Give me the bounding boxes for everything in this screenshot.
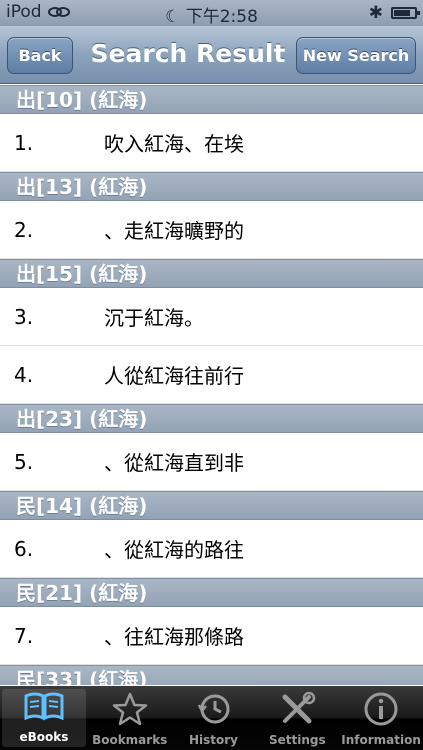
result-text: 人從紅海往前行 bbox=[104, 364, 244, 388]
result-text: 、走紅海曠野的 bbox=[104, 219, 244, 243]
result-row[interactable]: 2. 、走紅海曠野的 bbox=[0, 201, 423, 259]
result-text: 、從紅海的路往 bbox=[104, 538, 244, 562]
results-list[interactable]: 出[10] (紅海) 1. 吹入紅海、在埃出[13] (紅海) 2. 、走紅海曠野的出[… bbox=[0, 85, 423, 685]
section-header: 出[13] (紅海) bbox=[0, 172, 423, 201]
result-row[interactable]: 1. 吹入紅海、在埃 bbox=[0, 114, 423, 172]
status-right: ✱ bbox=[368, 3, 420, 23]
battery-icon bbox=[391, 7, 420, 19]
section-header: 民[14] (紅海) bbox=[0, 491, 423, 520]
navigation-bar: Back Search Result New Search bbox=[0, 26, 423, 84]
result-number: 2. bbox=[14, 217, 34, 242]
new-search-button[interactable]: New Search bbox=[296, 37, 416, 74]
section-header: 出[15] (紅海) bbox=[0, 259, 423, 288]
clock-icon bbox=[191, 691, 235, 733]
result-number: 6. bbox=[14, 536, 34, 561]
status-center: ☾ 下午2:58 bbox=[0, 2, 423, 27]
moon-icon: ☾ bbox=[165, 7, 181, 27]
section-header: 出[10] (紅海) bbox=[0, 85, 423, 114]
tab-label: Settings bbox=[268, 733, 326, 747]
result-text: 、從紅海直到非 bbox=[104, 451, 244, 475]
section-header: 民[33] (紅海) bbox=[0, 665, 423, 685]
result-text: 沉于紅海。 bbox=[104, 306, 204, 330]
result-text: 、往紅海那條路 bbox=[104, 625, 244, 649]
result-number: 3. bbox=[14, 304, 34, 329]
book-icon bbox=[22, 688, 66, 730]
result-number: 1. bbox=[14, 130, 34, 155]
page-title: Search Result bbox=[90, 39, 286, 68]
tab-label: Information bbox=[341, 733, 421, 747]
tab-label: History bbox=[188, 733, 238, 747]
tab-ebooks[interactable]: eBooks bbox=[2, 689, 86, 747]
back-button[interactable]: Back bbox=[7, 37, 73, 74]
section-header: 民[21] (紅海) bbox=[0, 578, 423, 607]
result-row[interactable]: 7. 、往紅海那條路 bbox=[0, 607, 423, 665]
result-row[interactable]: 6. 、從紅海的路往 bbox=[0, 520, 423, 578]
tab-label: eBooks bbox=[19, 730, 69, 744]
section-header: 出[23] (紅海) bbox=[0, 404, 423, 433]
tools-icon bbox=[275, 691, 319, 733]
tab-history[interactable]: History bbox=[172, 686, 256, 750]
result-text: 吹入紅海、在埃 bbox=[104, 132, 244, 156]
tab-label: Bookmarks bbox=[92, 733, 168, 747]
result-number: 5. bbox=[14, 449, 34, 474]
status-bar: iPod ☾ 下午2:58 ✱ bbox=[0, 0, 423, 27]
result-number: 4. bbox=[14, 362, 34, 387]
star-icon bbox=[108, 691, 152, 733]
result-row[interactable]: 5. 、從紅海直到非 bbox=[0, 433, 423, 491]
info-icon bbox=[359, 691, 403, 733]
result-number: 7. bbox=[14, 623, 34, 648]
result-row[interactable]: 3. 沉于紅海。 bbox=[0, 288, 423, 346]
status-time: 下午2:58 bbox=[185, 7, 258, 27]
tab-bookmarks[interactable]: Bookmarks bbox=[88, 686, 172, 750]
result-row[interactable]: 4. 人從紅海往前行 bbox=[0, 346, 423, 404]
tab-settings[interactable]: Settings bbox=[255, 686, 339, 750]
bluetooth-icon: ✱ bbox=[368, 3, 383, 23]
tab-information[interactable]: Information bbox=[339, 686, 423, 750]
tab-bar: eBooks Bookmarks History Settings Informatio… bbox=[0, 686, 423, 750]
